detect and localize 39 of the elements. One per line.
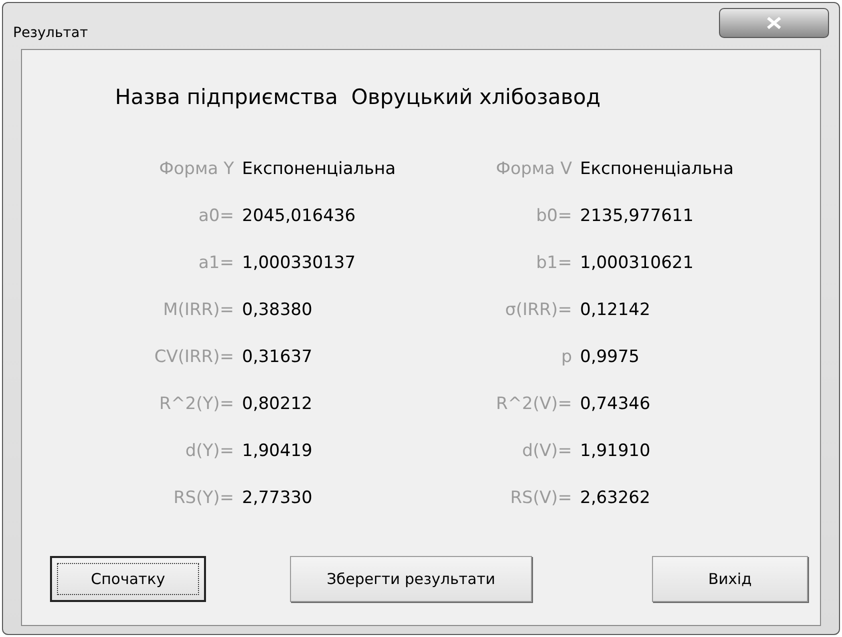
field-label: RS(Y)= xyxy=(172,486,234,510)
field-label: σ(IRR)= xyxy=(504,298,572,322)
field-label: d(V)= xyxy=(521,440,572,463)
field-value: 1,90419 xyxy=(242,440,314,463)
field-value: 0,80212 xyxy=(242,392,314,416)
field-value: 0,38380 xyxy=(242,298,314,322)
field-value: 2045,016436 xyxy=(242,204,357,228)
field-label: M(IRR)= xyxy=(162,298,234,322)
field-label: CV(IRR)= xyxy=(153,346,234,369)
field-value: 0,12142 xyxy=(580,298,650,322)
dialog-button[interactable]: Спочатку xyxy=(50,556,206,602)
field-value: 2135,977611 xyxy=(580,204,694,228)
field-label: a0= xyxy=(198,204,234,228)
dialog-button[interactable]: Зберегти результати xyxy=(290,556,532,602)
field-label: b0= xyxy=(535,204,572,228)
dialog-button[interactable]: Вихід xyxy=(652,556,808,602)
field-value: Експоненціальна xyxy=(242,158,397,181)
field-label: a1= xyxy=(198,252,234,275)
field-value: 2,77330 xyxy=(242,486,314,510)
field-value: 1,000310621 xyxy=(580,252,694,275)
field-label: R^2(V)= xyxy=(494,392,572,416)
field-value: Експоненціальна xyxy=(580,158,734,181)
field-value: 2,63262 xyxy=(580,486,650,510)
company-heading: Назва підприємства Овруцький хлібозавод xyxy=(115,85,601,109)
field-label: R^2(Y)= xyxy=(158,392,234,416)
field-value: 0,31637 xyxy=(242,346,314,369)
field-label: p xyxy=(560,346,572,369)
field-value: 0,9975 xyxy=(580,346,640,369)
close-icon xyxy=(766,17,782,29)
field-value: 1,000330137 xyxy=(242,252,357,275)
field-label: RS(V)= xyxy=(509,486,572,510)
field-value: 0,74346 xyxy=(580,392,650,416)
field-label: Форма Y xyxy=(158,158,234,181)
field-label: Форма V xyxy=(494,158,572,181)
field-value: 1,91910 xyxy=(580,440,650,463)
window-title: Результат xyxy=(13,24,88,43)
field-label: b1= xyxy=(535,252,572,275)
field-label: d(Y)= xyxy=(184,440,234,463)
close-button[interactable] xyxy=(719,8,829,38)
